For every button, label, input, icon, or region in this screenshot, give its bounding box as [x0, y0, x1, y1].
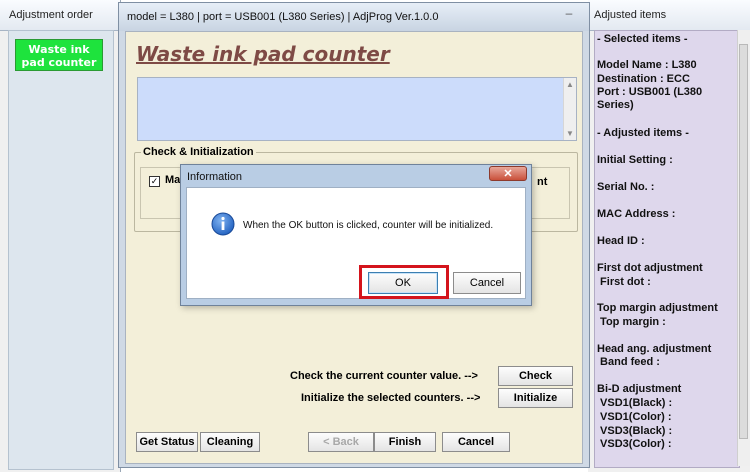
adjusted-item-line: Serial No. : [597, 181, 655, 193]
scroll-down-icon[interactable]: ▼ [566, 129, 574, 138]
adjusted-item-line: VSD3(Color) : [597, 438, 672, 450]
adjusted-item-line: Series) [597, 99, 634, 111]
adjusted-items-panel: - Selected items - Model Name : L380 Desti… [594, 30, 740, 468]
information-dialog: Information ✕ When the OK button is clic… [180, 164, 532, 306]
adjusted-item-line: VSD1(Black) : [597, 397, 673, 409]
scrollbar-thumb[interactable] [739, 44, 748, 439]
page-title: Waste ink pad counter [136, 42, 390, 66]
adjusted-item-line: MAC Address : [597, 208, 676, 220]
adjusted-item-line: Bi-D adjustment [597, 383, 682, 395]
counter-row-text: nt [537, 176, 548, 188]
get-status-button[interactable]: Get Status [136, 432, 198, 452]
adjustment-order-list: Waste ink pad counter [8, 30, 114, 470]
adjusted-items-title: Adjusted items [588, 0, 750, 31]
dialog-message: When the OK button is clicked, counter w… [243, 220, 494, 231]
adjusted-item-line: Destination : ECC [597, 73, 690, 85]
counter-checkbox-label: Ma [165, 174, 181, 186]
adjusted-item-line: - Adjusted items - [597, 127, 689, 139]
info-box-scrollbar[interactable]: ▲ ▼ [563, 78, 576, 140]
adjusted-item-line: Initial Setting : [597, 154, 673, 166]
adjusted-items-window: Adjusted items - Selected items - Model N… [588, 0, 750, 472]
cancel-button[interactable]: Cancel [442, 432, 510, 452]
adjusted-item-line: Port : USB001 (L380 [597, 86, 703, 98]
adjusted-items-scrollbar[interactable] [737, 30, 750, 466]
close-icon[interactable]: ✕ [489, 166, 527, 181]
waste-ink-pad-counter-item[interactable]: Waste ink pad counter [15, 39, 103, 71]
adjusted-item-line: VSD1(Color) : [597, 411, 672, 423]
adjusted-item-line: - Selected items - [597, 33, 688, 45]
adjusted-item-line: Head ang. adjustment [597, 343, 712, 355]
adjustment-order-window: Adjustment order Waste ink pad counter [0, 0, 121, 472]
main-window-title: model = L380 | port = USB001 (L380 Serie… [127, 11, 439, 23]
adjusted-item-line: VSD3(Black) : [597, 425, 673, 437]
group-label: Check & Initialization [141, 146, 256, 158]
adjusted-item-line: Top margin : [597, 316, 666, 328]
adjustment-order-title: Adjustment order [0, 0, 120, 31]
adjusted-item-line: First dot : [597, 276, 651, 288]
dialog-body: When the OK button is clicked, counter w… [186, 187, 526, 299]
scroll-up-icon[interactable]: ▲ [566, 80, 574, 89]
dialog-title: Information [187, 171, 243, 183]
adjusted-item-line: Head ID : [597, 235, 645, 247]
adjusted-item-line: Model Name : L380 [597, 59, 697, 71]
counter-checkbox[interactable]: ✓ [149, 176, 160, 187]
adjusted-item-line: Band feed : [597, 356, 660, 368]
check-label: Check the current counter value. --> [290, 370, 478, 382]
adjusted-item-line: First dot adjustment [597, 262, 703, 274]
back-button[interactable]: < Back [308, 432, 374, 452]
ok-button[interactable]: OK [368, 272, 438, 294]
info-text-box: ▲ ▼ [137, 77, 577, 141]
dialog-cancel-button[interactable]: Cancel [453, 272, 521, 294]
initialize-label: Initialize the selected counters. --> [301, 392, 481, 404]
finish-button[interactable]: Finish [374, 432, 436, 452]
check-button[interactable]: Check [498, 366, 573, 386]
minimize-icon[interactable]: – [561, 7, 577, 21]
cleaning-button[interactable]: Cleaning [200, 432, 260, 452]
main-title-bar: model = L380 | port = USB001 (L380 Serie… [119, 3, 589, 31]
initialize-button[interactable]: Initialize [498, 388, 573, 408]
adjusted-item-line: Top margin adjustment [597, 302, 718, 314]
info-icon [211, 212, 235, 236]
